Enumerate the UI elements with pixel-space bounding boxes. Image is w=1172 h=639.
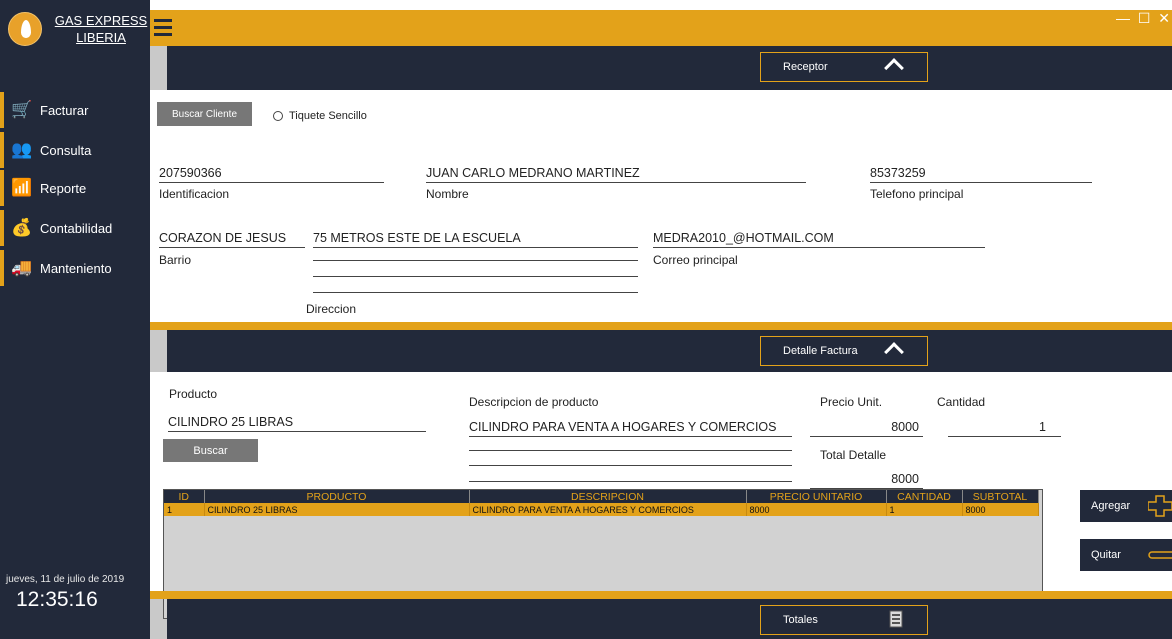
table-cell: 1 [164,503,205,516]
chevron-up-icon [884,342,904,362]
sidebar-item-label: Consulta [40,142,92,158]
table-header-row: ID PRODUCTO DESCRIPCION PRECIO UNITARIO … [164,490,1039,503]
quitar-label: Quitar [1091,549,1121,561]
barrio-field[interactable]: CORAZON DE JESUS [159,231,305,248]
precio-field[interactable]: 8000 [810,420,923,437]
tiquete-sencillo-radio[interactable]: Tiquete Sencillo [273,110,367,122]
detalle-header-bar: Detalle Factura [167,330,1172,372]
app-window: GAS EXPRESS LIBERIA 🛒 Facturar 👥 Consult… [0,0,1172,639]
hamburger-menu-icon[interactable] [154,19,172,37]
table-cell: CILINDRO PARA VENTA A HOGARES Y COMERCIO… [469,503,747,516]
column-header[interactable]: DESCRIPCION [469,490,747,503]
nombre-field[interactable]: JUAN CARLO MEDRANO MARTINEZ [426,166,806,183]
window-controls[interactable]: — ☐ ✕ [1116,10,1172,27]
sidebar-item-label: Manteniento [40,260,112,276]
users-icon: 👥 [11,140,33,159]
minus-icon [1148,551,1172,559]
totales-title: Totales [783,614,818,626]
receptor-title: Receptor [783,61,828,73]
table-row[interactable]: 1 CILINDRO 25 LIBRAS CILINDRO PARA VENTA… [164,503,1039,516]
brand-line-1: GAS EXPRESS [54,13,148,28]
column-header[interactable]: PRODUCTO [204,490,470,503]
precio-label: Precio Unit. [820,395,883,409]
direccion-line [313,292,638,293]
table-cell: 1 [886,503,963,516]
total-detalle-field: 8000 [810,472,923,489]
truck-icon: 🚚 [11,258,33,277]
detalle-title: Detalle Factura [783,345,858,357]
telefono-label: Telefono principal [870,187,964,201]
sidebar-item-reporte[interactable]: 📶 Reporte [0,170,150,206]
section-divider [150,591,1172,599]
sidebar-item-facturar[interactable]: 🛒 Facturar [0,92,150,128]
detalle-toggle-button[interactable]: Detalle Factura [760,336,928,366]
barrio-label: Barrio [159,253,192,267]
brand-name[interactable]: GAS EXPRESS LIBERIA [52,12,150,46]
total-detalle-label: Total Detalle [820,448,887,462]
direccion-field[interactable]: 75 METROS ESTE DE LA ESCUELA [313,231,638,248]
totales-toggle-button[interactable]: Totales [760,605,928,635]
chart-icon: 📶 [11,178,33,197]
descripcion-label: Descripcion de producto [469,395,599,409]
agregar-button[interactable]: Agregar [1080,490,1172,522]
flame-logo-icon [8,12,42,46]
nombre-label: Nombre [426,187,469,201]
table-cell: CILINDRO 25 LIBRAS [204,503,470,516]
radio-label: Tiquete Sencillo [289,110,367,122]
identificacion-label: Identificacion [159,187,230,201]
clock-label: 12:35:16 [16,588,98,611]
descripcion-line [469,465,792,466]
receptor-header-bar: Receptor [167,46,1172,90]
sidebar-item-label: Reporte [40,180,87,196]
sidebar-item-contabilidad[interactable]: 💰 Contabilidad [0,210,150,246]
table-cell: 8000 [962,503,1039,516]
column-header[interactable]: SUBTOTAL [962,490,1039,503]
section-divider [150,322,1172,330]
column-header[interactable]: CANTIDAD [886,490,963,503]
gutter [150,330,167,372]
title-bar: — ☐ ✕ [150,10,1172,46]
sidebar-item-manteniento[interactable]: 🚚 Manteniento [0,250,150,286]
detalle-table: ID PRODUCTO DESCRIPCION PRECIO UNITARIO … [164,490,1039,516]
sidebar-item-label: Facturar [40,102,89,118]
table-cell: 8000 [746,503,887,516]
sidebar-item-label: Contabilidad [40,220,113,236]
cart-icon: 🛒 [11,100,33,119]
descripcion-line [469,450,792,451]
telefono-field[interactable]: 85373259 [870,166,1092,183]
receptor-toggle-button[interactable]: Receptor [760,52,928,82]
money-bag-icon: 💰 [11,218,33,237]
descripcion-line [469,481,792,482]
brand-line-2: LIBERIA [76,30,126,45]
column-header[interactable]: PRECIO UNITARIO [746,490,887,503]
agregar-label: Agregar [1091,500,1131,512]
chevron-up-icon [884,58,904,78]
cantidad-label: Cantidad [937,395,986,409]
plus-icon [1148,495,1172,517]
column-header[interactable]: ID [164,490,205,503]
sidebar-item-consulta[interactable]: 👥 Consulta [0,132,150,168]
descripcion-field[interactable]: CILINDRO PARA VENTA A HOGARES Y COMERCIO… [469,420,792,437]
cantidad-field[interactable]: 1 [948,420,1061,437]
producto-label: Producto [169,387,218,401]
quitar-button[interactable]: Quitar [1080,539,1172,571]
gutter [150,46,167,90]
direccion-line [313,276,638,277]
totales-header-bar: Totales [167,599,1172,639]
correo-label: Correo principal [653,253,738,267]
receipt-icon [889,610,903,628]
buscar-producto-button[interactable]: Buscar [163,439,258,462]
identificacion-field[interactable]: 207590366 [159,166,384,183]
radio-circle-icon [273,111,283,121]
buscar-cliente-button[interactable]: Buscar Cliente [157,102,252,126]
correo-field[interactable]: MEDRA2010_@HOTMAIL.COM [653,231,985,248]
date-label: jueves, 11 de julio de 2019 [6,574,125,585]
sidebar: GAS EXPRESS LIBERIA 🛒 Facturar 👥 Consult… [0,0,150,639]
producto-field[interactable]: CILINDRO 25 LIBRAS [168,415,426,432]
direccion-label: Direccion [306,302,357,316]
direccion-line [313,260,638,261]
